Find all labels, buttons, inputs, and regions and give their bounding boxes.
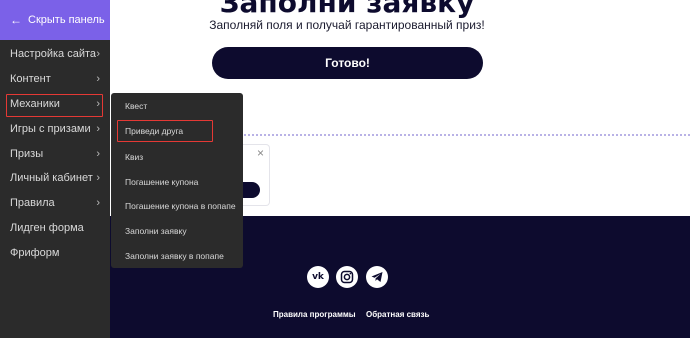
submenu-item-quest[interactable]: Квест: [125, 101, 147, 111]
chevron-right-icon: ›: [96, 48, 100, 60]
chevron-right-icon: ›: [96, 73, 100, 85]
close-icon[interactable]: ×: [257, 146, 264, 160]
sidebar-item-label: Правила: [10, 197, 55, 209]
sidebar-item-freeform[interactable]: Фриформ: [0, 241, 110, 265]
footer-link-rules[interactable]: Правила программы: [273, 310, 356, 319]
chevron-right-icon: ›: [96, 123, 100, 135]
highlight-outline-refer-friend: [117, 120, 213, 142]
chevron-right-icon: ›: [96, 172, 100, 184]
sidebar-item-rules[interactable]: Правила ›: [0, 191, 110, 215]
sidebar-item-label: Личный кабинет: [10, 172, 93, 184]
submenu-item-fill-form-popup[interactable]: Заполни заявку в попапе: [125, 251, 224, 261]
highlight-outline-mechanics: [6, 94, 103, 117]
hide-panel-button[interactable]: ← Скрыть панель: [0, 0, 110, 40]
sidebar-item-label: Настройка сайта: [10, 48, 97, 60]
vk-icon[interactable]: vk: [307, 266, 329, 288]
submenu-item-coupon-redeem[interactable]: Погашение купона: [125, 177, 198, 187]
page-subtitle: Заполняй поля и получай гарантированный …: [209, 18, 485, 32]
telegram-glyph: [371, 272, 383, 282]
hide-panel-label: Скрыть панель: [28, 14, 105, 26]
sidebar-item-label: Лидген форма: [10, 222, 84, 234]
sidebar-item-content[interactable]: Контент ›: [0, 67, 110, 91]
vk-icon-label: vk: [312, 272, 324, 282]
ready-button[interactable]: Готово!: [212, 47, 483, 79]
chevron-right-icon: ›: [96, 197, 100, 209]
chevron-right-icon: ›: [96, 148, 100, 160]
footer-link-feedback[interactable]: Обратная связь: [366, 310, 429, 319]
submenu-item-fill-form[interactable]: Заполни заявку: [125, 226, 187, 236]
arrow-left-icon: ←: [10, 13, 22, 27]
sidebar-item-prizes[interactable]: Призы ›: [0, 142, 110, 166]
sidebar-item-label: Фриформ: [10, 247, 60, 259]
sidebar-item-account[interactable]: Личный кабинет ›: [0, 166, 110, 190]
sidebar-item-label: Контент: [10, 73, 51, 85]
page-title: Заполни заявку: [219, 0, 475, 19]
telegram-icon[interactable]: [366, 266, 388, 288]
section-divider: [240, 134, 690, 136]
sidebar-item-site-settings[interactable]: Настройка сайта ›: [0, 42, 110, 66]
sidebar-item-prize-games[interactable]: Игры с призами ›: [0, 117, 110, 141]
submenu-item-quiz[interactable]: Квиз: [125, 152, 143, 162]
sidebar-item-label: Призы: [10, 148, 44, 160]
sidebar-item-label: Игры с призами: [10, 123, 91, 135]
instagram-glyph: [340, 270, 354, 284]
sidebar-item-leadgen-form[interactable]: Лидген форма: [0, 216, 110, 240]
submenu-item-coupon-redeem-popup[interactable]: Погашение купона в попапе: [125, 201, 236, 211]
instagram-icon[interactable]: [336, 266, 358, 288]
